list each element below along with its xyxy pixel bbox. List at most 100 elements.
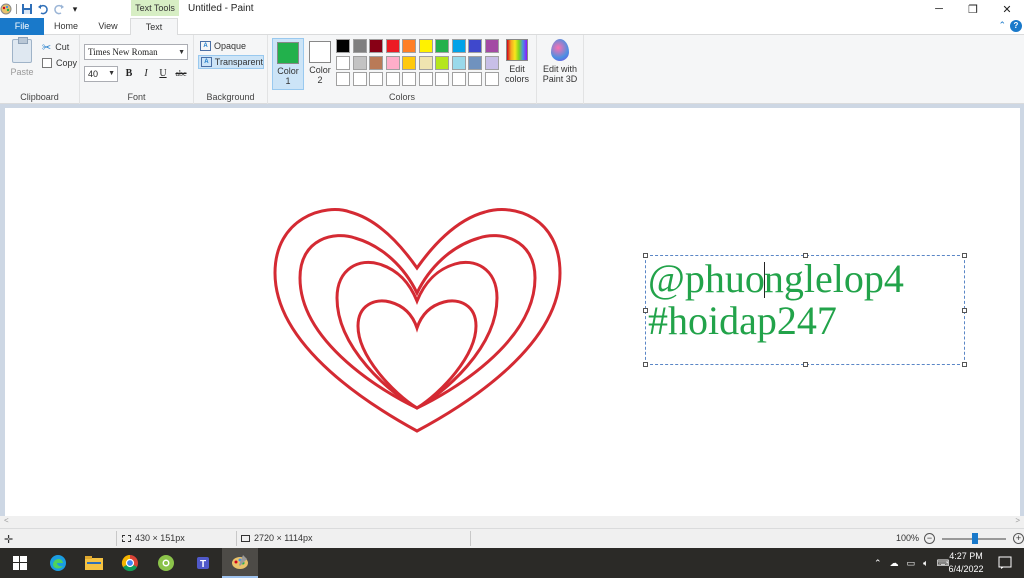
- palette-swatch[interactable]: [484, 55, 499, 70]
- selection-icon: [122, 534, 131, 542]
- color-spectrum-icon: [506, 39, 528, 61]
- palette-swatch[interactable]: [352, 72, 367, 86]
- text-box[interactable]: @phuonglelop4 #hoidap247: [643, 253, 967, 367]
- network-icon[interactable]: ▭: [907, 558, 916, 569]
- palette-swatch[interactable]: [336, 39, 350, 53]
- paint-app-icon[interactable]: [0, 3, 12, 15]
- opaque-option[interactable]: A Opaque: [198, 39, 264, 53]
- edge-icon[interactable]: [40, 548, 76, 578]
- system-tray: ⌃ ☁ ▭ 🔈︎ ⌨︎: [874, 548, 949, 578]
- opaque-label: Opaque: [214, 41, 247, 51]
- resize-handle-ne[interactable]: [962, 253, 967, 258]
- underline-button[interactable]: U: [156, 67, 170, 81]
- resize-handle-sw[interactable]: [643, 362, 648, 367]
- palette-swatch[interactable]: [336, 55, 350, 70]
- resize-handle-s[interactable]: [803, 362, 808, 367]
- resize-handle-e[interactable]: [962, 308, 967, 313]
- drawing-canvas[interactable]: @phuonglelop4 #hoidap247: [5, 108, 1020, 516]
- palette-swatch[interactable]: [385, 39, 400, 53]
- scroll-left-icon[interactable]: <: [4, 516, 9, 525]
- maximize-button[interactable]: ❐: [956, 0, 990, 18]
- volume-icon[interactable]: 🔈︎: [923, 558, 928, 569]
- color1-button[interactable]: Color 1: [272, 38, 304, 90]
- color2-button[interactable]: Color 2: [304, 38, 336, 90]
- palette-swatch[interactable]: [451, 72, 466, 86]
- notifications-icon[interactable]: [998, 548, 1012, 578]
- cut-button[interactable]: ✂ Cut: [42, 40, 69, 54]
- copy-icon: [42, 58, 52, 68]
- font-family-select[interactable]: Times New Roman ▼: [84, 44, 188, 60]
- palette-swatch[interactable]: [468, 72, 482, 86]
- zoom-out-button[interactable]: −: [924, 533, 935, 544]
- palette-swatch[interactable]: [402, 72, 416, 86]
- ribbon-collapse-icon[interactable]: ⌃: [998, 20, 1006, 31]
- zoom-slider-thumb[interactable]: [972, 533, 978, 544]
- undo-icon[interactable]: [37, 3, 49, 15]
- taskbar-clock[interactable]: 4:27 PM 6/4/2022: [940, 550, 992, 576]
- palette-swatch[interactable]: [435, 72, 449, 86]
- palette-swatch[interactable]: [369, 72, 383, 86]
- chrome-profile-icon[interactable]: [148, 548, 184, 578]
- clipboard-group: Paste ✂ Cut Copy Clipboard: [0, 35, 80, 104]
- tab-text[interactable]: Text: [130, 18, 178, 36]
- palette-swatch[interactable]: [352, 39, 367, 53]
- minimize-button[interactable]: ─: [922, 0, 956, 18]
- palette-swatch[interactable]: [435, 39, 449, 53]
- edit-colors-button[interactable]: Edit colors: [502, 38, 532, 90]
- transparent-option[interactable]: A Transparent: [198, 55, 264, 69]
- ribbon-tabs: File Home View Text ⌃ ?: [0, 18, 1024, 36]
- help-icon[interactable]: ?: [1010, 20, 1022, 32]
- palette-swatch[interactable]: [418, 55, 433, 70]
- opaque-icon: A: [200, 41, 211, 51]
- palette-swatch[interactable]: [435, 55, 449, 70]
- tab-file[interactable]: File: [0, 18, 44, 35]
- redo-icon[interactable]: [53, 3, 65, 15]
- teams-icon[interactable]: T: [186, 548, 222, 578]
- italic-button[interactable]: I: [139, 67, 153, 81]
- palette-swatch[interactable]: [484, 72, 499, 86]
- bold-button[interactable]: B: [122, 67, 136, 81]
- palette-swatch[interactable]: [451, 39, 466, 53]
- palette-swatch[interactable]: [418, 39, 433, 53]
- edit-with-paint3d-button[interactable]: Edit with Paint 3D: [540, 38, 580, 90]
- customize-qat-icon[interactable]: ▾: [69, 3, 81, 15]
- palette-swatch[interactable]: [352, 55, 367, 70]
- tab-view[interactable]: View: [88, 18, 128, 35]
- palette-swatch[interactable]: [369, 39, 383, 53]
- strikethrough-button[interactable]: abc: [172, 67, 190, 81]
- copy-button[interactable]: Copy: [42, 56, 77, 70]
- palette-swatch[interactable]: [402, 55, 416, 70]
- chrome-icon[interactable]: [112, 548, 148, 578]
- paint-taskbar-icon[interactable]: [222, 548, 258, 578]
- palette-swatch[interactable]: [369, 55, 383, 70]
- file-explorer-icon[interactable]: [76, 548, 112, 578]
- palette-swatch[interactable]: [385, 55, 400, 70]
- tab-home[interactable]: Home: [46, 18, 86, 35]
- paint3d-label-2: Paint 3D: [542, 74, 578, 84]
- show-hidden-icons-icon[interactable]: ⌃: [874, 558, 882, 569]
- palette-swatch[interactable]: [402, 39, 416, 53]
- zoom-in-button[interactable]: +: [1013, 533, 1024, 544]
- horizontal-scrollbar[interactable]: < >: [0, 516, 1024, 528]
- onedrive-icon[interactable]: ☁: [890, 558, 899, 569]
- palette-swatch[interactable]: [418, 72, 433, 86]
- palette-swatch[interactable]: [336, 72, 350, 86]
- palette-swatch[interactable]: [468, 55, 482, 70]
- scroll-right-icon[interactable]: >: [1015, 516, 1020, 525]
- paste-button[interactable]: Paste: [8, 37, 36, 81]
- text-box-content[interactable]: @phuonglelop4 #hoidap247: [648, 258, 904, 342]
- font-size-select[interactable]: 40 ▼: [84, 66, 118, 82]
- close-button[interactable]: ✕: [990, 0, 1024, 18]
- resize-handle-nw[interactable]: [643, 253, 648, 258]
- palette-swatch[interactable]: [468, 39, 482, 53]
- resize-handle-se[interactable]: [962, 362, 967, 367]
- cut-label: Cut: [55, 42, 70, 52]
- resize-handle-n[interactable]: [803, 253, 808, 258]
- save-icon[interactable]: [21, 3, 33, 15]
- windows-start-icon[interactable]: [2, 548, 38, 578]
- palette-swatch[interactable]: [484, 39, 499, 53]
- status-bar: ✛ 430 × 151px 2720 × 1114px 100% − +: [0, 528, 1024, 548]
- resize-handle-w[interactable]: [643, 308, 648, 313]
- palette-swatch[interactable]: [385, 72, 400, 86]
- palette-swatch[interactable]: [451, 55, 466, 70]
